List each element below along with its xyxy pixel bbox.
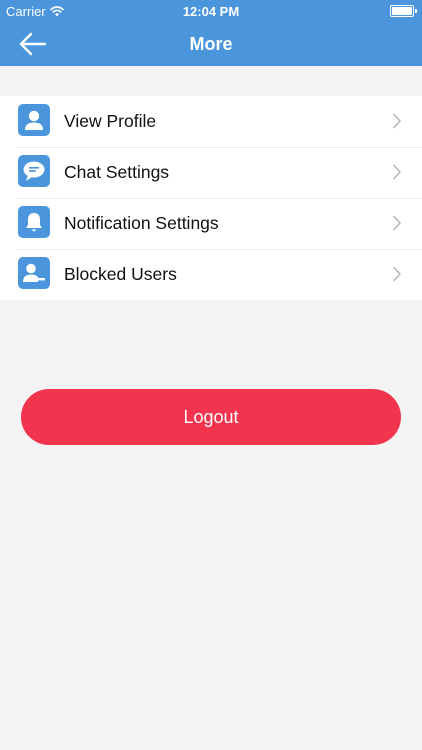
status-time: 12:04 PM bbox=[182, 4, 240, 19]
chevron-right-icon bbox=[393, 266, 401, 282]
chevron-right-icon bbox=[393, 113, 401, 129]
menu-item-blocked-users[interactable]: Blocked Users bbox=[0, 249, 422, 300]
settings-menu: View Profile Chat Settings Notification … bbox=[0, 96, 422, 300]
bell-icon bbox=[18, 206, 50, 238]
chevron-right-icon bbox=[393, 215, 401, 231]
battery-icon bbox=[390, 5, 417, 17]
logout-label: Logout bbox=[183, 406, 239, 427]
chevron-right-icon bbox=[393, 164, 401, 180]
chat-bubble-icon bbox=[18, 155, 50, 187]
more-screen: Carrier 12:04 PM More View Profile Chat … bbox=[0, 0, 422, 750]
blocked-user-icon bbox=[18, 257, 50, 289]
top-bar: Carrier 12:04 PM More bbox=[0, 0, 422, 66]
logout-button[interactable]: Logout bbox=[21, 389, 401, 445]
page-title: More bbox=[189, 34, 233, 54]
nav-bar: More bbox=[0, 22, 422, 66]
menu-item-chat-settings[interactable]: Chat Settings bbox=[0, 147, 422, 198]
user-icon bbox=[18, 104, 50, 136]
menu-item-label: Notification Settings bbox=[64, 213, 219, 233]
status-bar: Carrier 12:04 PM bbox=[0, 0, 422, 22]
menu-item-label: View Profile bbox=[64, 111, 157, 131]
menu-item-notification-settings[interactable]: Notification Settings bbox=[0, 198, 422, 249]
menu-item-label: Chat Settings bbox=[64, 162, 170, 182]
menu-item-label: Blocked Users bbox=[64, 264, 177, 284]
battery-fill bbox=[392, 7, 412, 15]
menu-item-view-profile[interactable]: View Profile bbox=[0, 96, 422, 147]
